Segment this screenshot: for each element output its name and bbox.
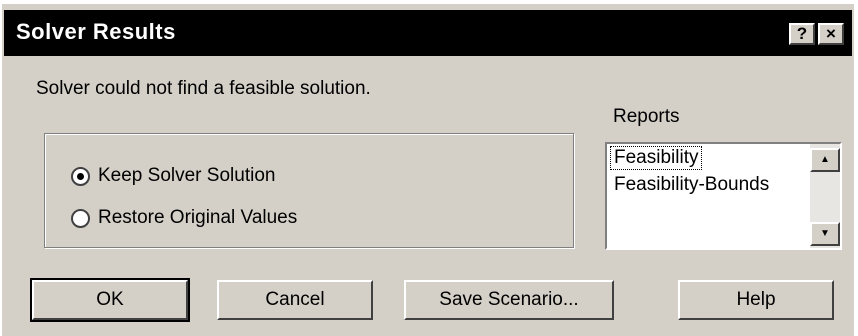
- close-icon: ×: [826, 24, 836, 43]
- solution-options-group: Keep Solver Solution Restore Original Va…: [44, 133, 574, 248]
- reports-label: Reports: [613, 106, 680, 127]
- solver-results-dialog: Solver Results ? × Solver could not find…: [2, 4, 854, 336]
- radio-unselected-icon: [71, 208, 90, 228]
- question-icon: ?: [796, 24, 808, 43]
- restore-original-values-label: Restore Original Values: [98, 207, 298, 228]
- keep-solver-solution-radio[interactable]: Keep Solver Solution: [71, 165, 275, 187]
- reports-listbox[interactable]: Feasibility Feasibility-Bounds ▲ ▼: [605, 142, 842, 250]
- report-item-feasibility[interactable]: Feasibility: [609, 146, 703, 170]
- close-button[interactable]: ×: [818, 23, 844, 45]
- report-item-feasibility-bounds[interactable]: Feasibility-Bounds: [611, 174, 772, 196]
- help-title-button[interactable]: ?: [789, 23, 815, 45]
- title-bar: Solver Results ? ×: [4, 10, 852, 56]
- window-title: Solver Results: [16, 19, 176, 44]
- cancel-button[interactable]: Cancel: [217, 280, 373, 320]
- down-arrow-icon[interactable]: ▼: [810, 222, 840, 246]
- keep-solver-solution-label: Keep Solver Solution: [98, 165, 276, 186]
- reports-scrollbar[interactable]: ▲ ▼: [810, 144, 840, 248]
- radio-selected-icon: [71, 166, 90, 186]
- save-scenario-button[interactable]: Save Scenario...: [404, 280, 614, 320]
- ok-button[interactable]: OK: [30, 278, 190, 322]
- up-arrow-icon[interactable]: ▲: [810, 148, 840, 172]
- help-button[interactable]: Help: [678, 280, 834, 320]
- status-message: Solver could not find a feasible solutio…: [36, 78, 371, 99]
- restore-original-values-radio[interactable]: Restore Original Values: [71, 207, 297, 229]
